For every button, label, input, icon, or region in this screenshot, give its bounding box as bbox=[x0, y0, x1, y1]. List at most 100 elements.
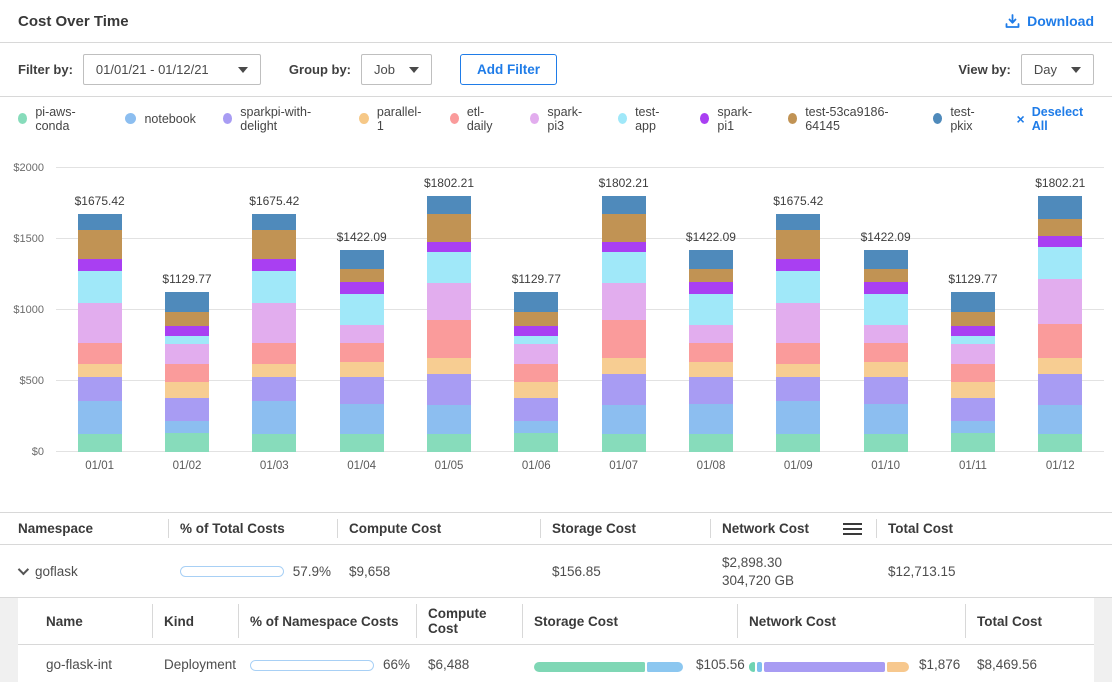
namespace-cell[interactable]: goflask bbox=[0, 545, 168, 597]
namespace-name: goflask bbox=[35, 564, 78, 579]
bar-segment-sparkpi-with-delight bbox=[340, 377, 384, 404]
table-row: go-flask-int Deployment 66% $6,488 $105.… bbox=[18, 645, 1094, 682]
column-header-label: Total Cost bbox=[977, 614, 1042, 629]
chart-plot-area: $1675.42 $1129.77 $1675.42 $1422.09 $1802.21… bbox=[56, 168, 1104, 452]
bar-segment-test-53ca9186-64145 bbox=[689, 269, 733, 282]
legend-item-label: test-app bbox=[635, 105, 673, 133]
stacked-bar[interactable] bbox=[1038, 196, 1082, 452]
column-header-storage-cost[interactable]: Storage Cost bbox=[540, 513, 710, 544]
etl-daily-legend-dot-icon bbox=[450, 113, 459, 124]
stacked-bar[interactable] bbox=[689, 250, 733, 452]
bar-segment-test-pkix bbox=[951, 292, 995, 312]
legend-item-label: test-pkix bbox=[950, 105, 989, 133]
bar-segment-sparkpi-with-delight bbox=[165, 398, 209, 421]
stacked-bar[interactable] bbox=[864, 250, 908, 452]
column-header-label: Namespace bbox=[18, 521, 93, 536]
column-header-total-cost[interactable]: Total Cost bbox=[965, 598, 1094, 644]
y-axis-tick-label: $500 bbox=[20, 375, 44, 387]
total-cost-cell: $12,713.15 bbox=[876, 545, 1112, 597]
bar-segment-test-pkix bbox=[514, 292, 558, 312]
main-table-header: Namespace % of Total CostsCompute CostSto… bbox=[0, 513, 1112, 545]
pi-aws-conda-legend-dot-icon bbox=[18, 113, 27, 124]
network-cost-cell: $2,898.30 304,720 GB bbox=[710, 545, 876, 597]
y-axis-tick-label: $0 bbox=[32, 446, 44, 458]
column-menu-icon[interactable] bbox=[843, 523, 862, 535]
column-header-namespace[interactable]: Namespace bbox=[0, 513, 168, 544]
column-header-total-cost[interactable]: Total Cost bbox=[876, 513, 1112, 544]
x-axis-label: 01/02 bbox=[143, 460, 230, 472]
stacked-bar[interactable] bbox=[951, 292, 995, 452]
date-range-value: 01/01/21 - 01/12/21 bbox=[96, 62, 209, 77]
bar-total-label: $1422.09 bbox=[686, 230, 736, 244]
bar-segment-spark-pi1 bbox=[776, 259, 820, 271]
stacked-bar[interactable] bbox=[514, 292, 558, 452]
column-header-compute-cost[interactable]: Compute Cost bbox=[416, 598, 522, 644]
bar-column: $1675.42 bbox=[755, 168, 842, 452]
legend-item-test-app[interactable]: test-app bbox=[618, 105, 673, 133]
column-header-compute-cost[interactable]: Compute Cost bbox=[337, 513, 540, 544]
group-by-dropdown[interactable]: Job bbox=[361, 54, 432, 85]
legend-item-parallel-1[interactable]: parallel-1 bbox=[359, 105, 422, 133]
bar-segment-test-app bbox=[951, 336, 995, 344]
column-header--of-total-costs[interactable]: % of Total Costs bbox=[168, 513, 337, 544]
network-cost-value: $1,876 bbox=[919, 657, 960, 672]
table-row: goflask 57.9% $9,658 $156.85 $2,898.30 3… bbox=[0, 545, 1112, 598]
stacked-bar[interactable] bbox=[165, 292, 209, 452]
bar-segment-spark-pi1 bbox=[252, 259, 296, 271]
filter-by-label: Filter by: bbox=[18, 62, 73, 77]
stacked-bar[interactable] bbox=[776, 214, 820, 452]
bar-segment-test-app bbox=[252, 271, 296, 304]
bar-segment-spark-pi3 bbox=[1038, 279, 1082, 324]
bar-column: $1675.42 bbox=[56, 168, 143, 452]
bar-segment-test-53ca9186-64145 bbox=[602, 214, 646, 242]
storage-cost-bar bbox=[534, 662, 686, 672]
add-filter-button[interactable]: Add Filter bbox=[460, 54, 557, 85]
view-by-dropdown[interactable]: Day bbox=[1021, 54, 1094, 85]
stacked-bar[interactable] bbox=[602, 196, 646, 452]
column-header-storage-cost[interactable]: Storage Cost bbox=[522, 598, 737, 644]
legend-item-spark-pi3[interactable]: spark-pi3 bbox=[530, 105, 591, 133]
stacked-bar[interactable] bbox=[78, 214, 122, 452]
bar-segment-spark-pi3 bbox=[864, 325, 908, 343]
bar-segment-parallel-1 bbox=[252, 364, 296, 378]
subtable-wrapper: Name Kind% of Namespace CostsCompute Cost… bbox=[0, 598, 1112, 682]
sparkpi-with-delight-legend-dot-icon bbox=[223, 113, 232, 124]
cost-over-time-chart: $0$500$1000$1500$2000 $1675.42$1129.77$1… bbox=[0, 168, 1104, 484]
legend-item-pi-aws-conda[interactable]: pi-aws-conda bbox=[18, 105, 98, 133]
bar-segment-etl-daily bbox=[78, 343, 122, 364]
network-cost-cell: $1,876 190.5 TB bbox=[737, 645, 965, 682]
bar-segment-pi-aws-conda bbox=[864, 434, 908, 452]
download-button[interactable]: Download bbox=[1005, 13, 1094, 29]
stacked-bar[interactable] bbox=[427, 196, 471, 452]
deselect-all-button[interactable]: × Deselect All bbox=[1017, 105, 1094, 133]
bar-segment-parallel-1 bbox=[951, 382, 995, 398]
legend-item-test-pkix[interactable]: test-pkix bbox=[933, 105, 990, 133]
column-header-name[interactable]: Name bbox=[18, 598, 152, 644]
download-icon bbox=[1005, 14, 1020, 29]
y-axis-tick-label: $1000 bbox=[13, 304, 44, 316]
legend-item-etl-daily[interactable]: etl-daily bbox=[450, 105, 504, 133]
view-by-label: View by: bbox=[958, 62, 1011, 77]
bar-total-label: $1802.21 bbox=[424, 176, 474, 190]
bar-segment-pi-aws-conda bbox=[514, 433, 558, 452]
bar-segment-etl-daily bbox=[340, 343, 384, 362]
column-header-kind[interactable]: Kind bbox=[152, 598, 238, 644]
column-header-network-cost[interactable]: Network Cost bbox=[710, 513, 876, 544]
bar-segment-parallel-1 bbox=[776, 364, 820, 378]
y-axis-tick-label: $2000 bbox=[13, 162, 44, 174]
legend-item-notebook[interactable]: notebook bbox=[125, 112, 195, 126]
column-header-label: Name bbox=[46, 614, 83, 629]
stacked-bar[interactable] bbox=[252, 214, 296, 452]
stacked-bar[interactable] bbox=[340, 250, 384, 452]
bar-segment-notebook bbox=[78, 401, 122, 433]
bar-segment-parallel-1 bbox=[165, 382, 209, 398]
bar-segment bbox=[757, 662, 762, 672]
legend-item-test-53ca9186-64145[interactable]: test-53ca9186-64145 bbox=[788, 105, 906, 133]
column-header--of-namespace-costs[interactable]: % of Namespace Costs bbox=[238, 598, 416, 644]
bar-total-label: $1129.77 bbox=[948, 272, 997, 286]
column-header-network-cost[interactable]: Network Cost bbox=[737, 598, 965, 644]
date-range-dropdown[interactable]: 01/01/21 - 01/12/21 bbox=[83, 54, 261, 85]
legend-item-spark-pi1[interactable]: spark-pi1 bbox=[700, 105, 761, 133]
legend-item-sparkpi-with-delight[interactable]: sparkpi-with-delight bbox=[223, 105, 332, 133]
x-axis: 01/0101/0201/0301/0401/0501/0601/0701/08… bbox=[56, 460, 1104, 472]
